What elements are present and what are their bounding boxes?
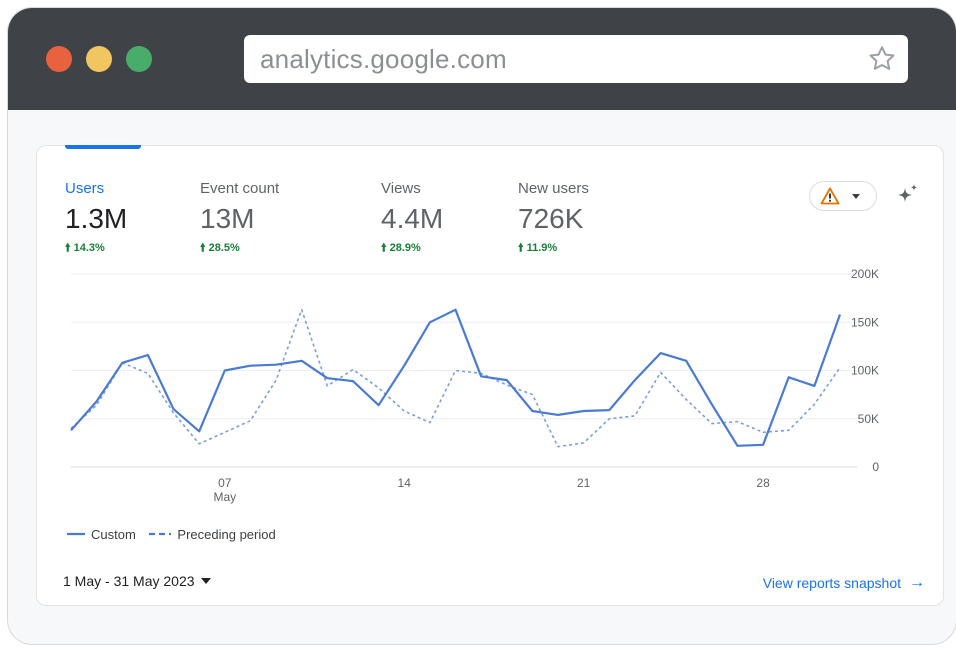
series-line-custom xyxy=(70,308,842,447)
date-range-label: 1 May - 31 May 2023 xyxy=(63,573,195,589)
chart-legend: Custom Preceding period xyxy=(67,524,286,542)
address-bar[interactable]: analytics.google.com xyxy=(244,35,908,83)
bookmark-star-icon[interactable] xyxy=(866,43,898,75)
y-tick-label: 150K xyxy=(851,315,879,329)
x-tick-label: 21 xyxy=(577,476,591,490)
y-tick-label: 50K xyxy=(858,412,879,426)
close-window-button[interactable] xyxy=(46,46,72,72)
y-tick-label: 100K xyxy=(851,364,879,378)
x-tick-label: 14 xyxy=(398,476,412,490)
dashed-line-swatch xyxy=(149,532,172,536)
minimize-window-button[interactable] xyxy=(86,46,112,72)
x-tick-sublabel: May xyxy=(213,490,236,504)
x-tick-label: 07 xyxy=(218,476,232,490)
caret-down-icon xyxy=(200,578,211,584)
snapshot-link-label: View reports snapshot xyxy=(762,575,901,591)
maximize-window-button[interactable] xyxy=(126,46,152,72)
browser-window: analytics.google.com Users 1.3M 🠙 14.3% … xyxy=(8,8,956,644)
solid-line-swatch xyxy=(67,532,85,536)
address-bar-url: analytics.google.com xyxy=(260,44,507,74)
browser-titlebar: analytics.google.com xyxy=(8,8,956,110)
analytics-report-card: Users 1.3M 🠙 14.3% Event count 13M 🠙 28.… xyxy=(36,145,944,606)
x-tick-label: 28 xyxy=(756,476,770,490)
y-tick-label: 0 xyxy=(872,460,879,474)
y-tick-label: 200K xyxy=(851,267,879,281)
legend-preceding-label: Preceding period xyxy=(177,526,276,542)
date-range-selector[interactable]: 1 May - 31 May 2023 xyxy=(63,573,211,589)
view-reports-snapshot-link[interactable]: View reports snapshot → xyxy=(763,574,925,592)
legend-custom-label: Custom xyxy=(91,526,136,542)
legend-preceding: Preceding period xyxy=(149,526,276,542)
legend-custom: Custom xyxy=(67,527,136,542)
arrow-right-icon: → xyxy=(909,574,925,591)
